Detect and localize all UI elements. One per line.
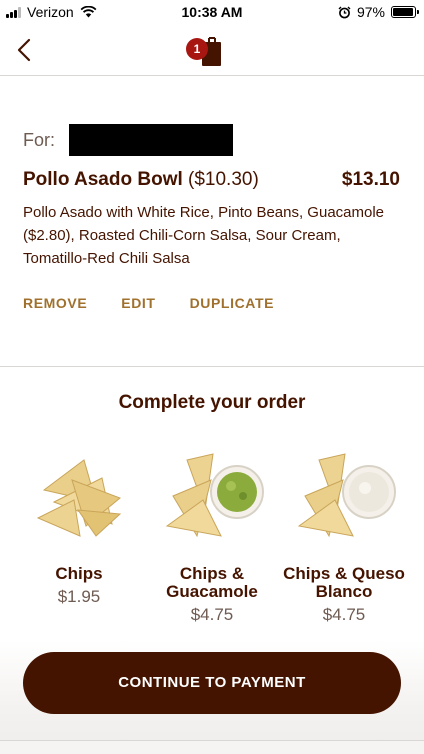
upsell-list: Chips $1.95 Chips & Guacamole $4.75 Chip… — [0, 440, 424, 640]
status-right: 97% — [338, 4, 419, 20]
upsell-item-name: Chips & Queso Blanco — [283, 564, 405, 601]
item-description: Pollo Asado with White Rice, Pinto Beans… — [23, 204, 385, 267]
item-name: Pollo Asado Bowl — [23, 169, 183, 190]
upsell-item-price: $4.75 — [322, 605, 366, 624]
upsell-item-price: $4.75 — [190, 605, 234, 624]
order-item: For: Pollo Asado Bowl ($10.30) $13.10 Po… — [0, 77, 424, 367]
item-total: $13.10 — [341, 169, 400, 190]
continue-to-payment-button[interactable]: CONTINUE TO PAYMENT — [23, 652, 401, 714]
alarm-icon — [338, 6, 351, 18]
item-base-price: ($10.30) — [188, 169, 259, 190]
chips-guacamole-icon — [165, 453, 264, 538]
chips-icon — [36, 459, 122, 537]
bag-button[interactable]: 1 — [186, 34, 224, 68]
upsell-item-chips-guacamole[interactable]: Chips & Guacamole $4.75 — [147, 440, 277, 625]
battery-fill — [393, 8, 414, 16]
for-label: For: — [23, 129, 56, 150]
chips-queso-icon — [297, 453, 396, 538]
redacted-name — [69, 124, 234, 156]
nav-header: 1 — [0, 24, 424, 76]
item-row: Pollo Asado Bowl ($10.30) $13.10 — [23, 169, 400, 191]
upsell-item-chips[interactable]: Chips $1.95 — [14, 440, 144, 607]
upsell-item-name: Chips — [55, 564, 103, 583]
upsell-item-price: $1.95 — [57, 587, 101, 606]
edit-button[interactable]: EDIT — [121, 295, 155, 311]
status-bar: Verizon 10:38 AM 97% — [0, 0, 424, 24]
battery-icon — [391, 6, 419, 18]
upsell-item-name: Chips & Guacamole — [166, 564, 258, 601]
upsell-title: Complete your order — [118, 392, 306, 413]
battery-percent: 97% — [356, 4, 385, 20]
item-actions: REMOVE EDIT DUPLICATE — [23, 295, 274, 311]
remove-button[interactable]: REMOVE — [23, 295, 87, 311]
duplicate-button[interactable]: DUPLICATE — [190, 295, 274, 311]
back-arrow-icon[interactable] — [12, 36, 38, 64]
bottom-bar — [0, 740, 424, 754]
for-row: For: — [23, 124, 234, 156]
upsell-item-chips-queso[interactable]: Chips & Queso Blanco $4.75 — [279, 440, 409, 625]
item-title: Pollo Asado Bowl ($10.30) — [23, 169, 259, 191]
bag-count-badge: 1 — [186, 38, 208, 60]
